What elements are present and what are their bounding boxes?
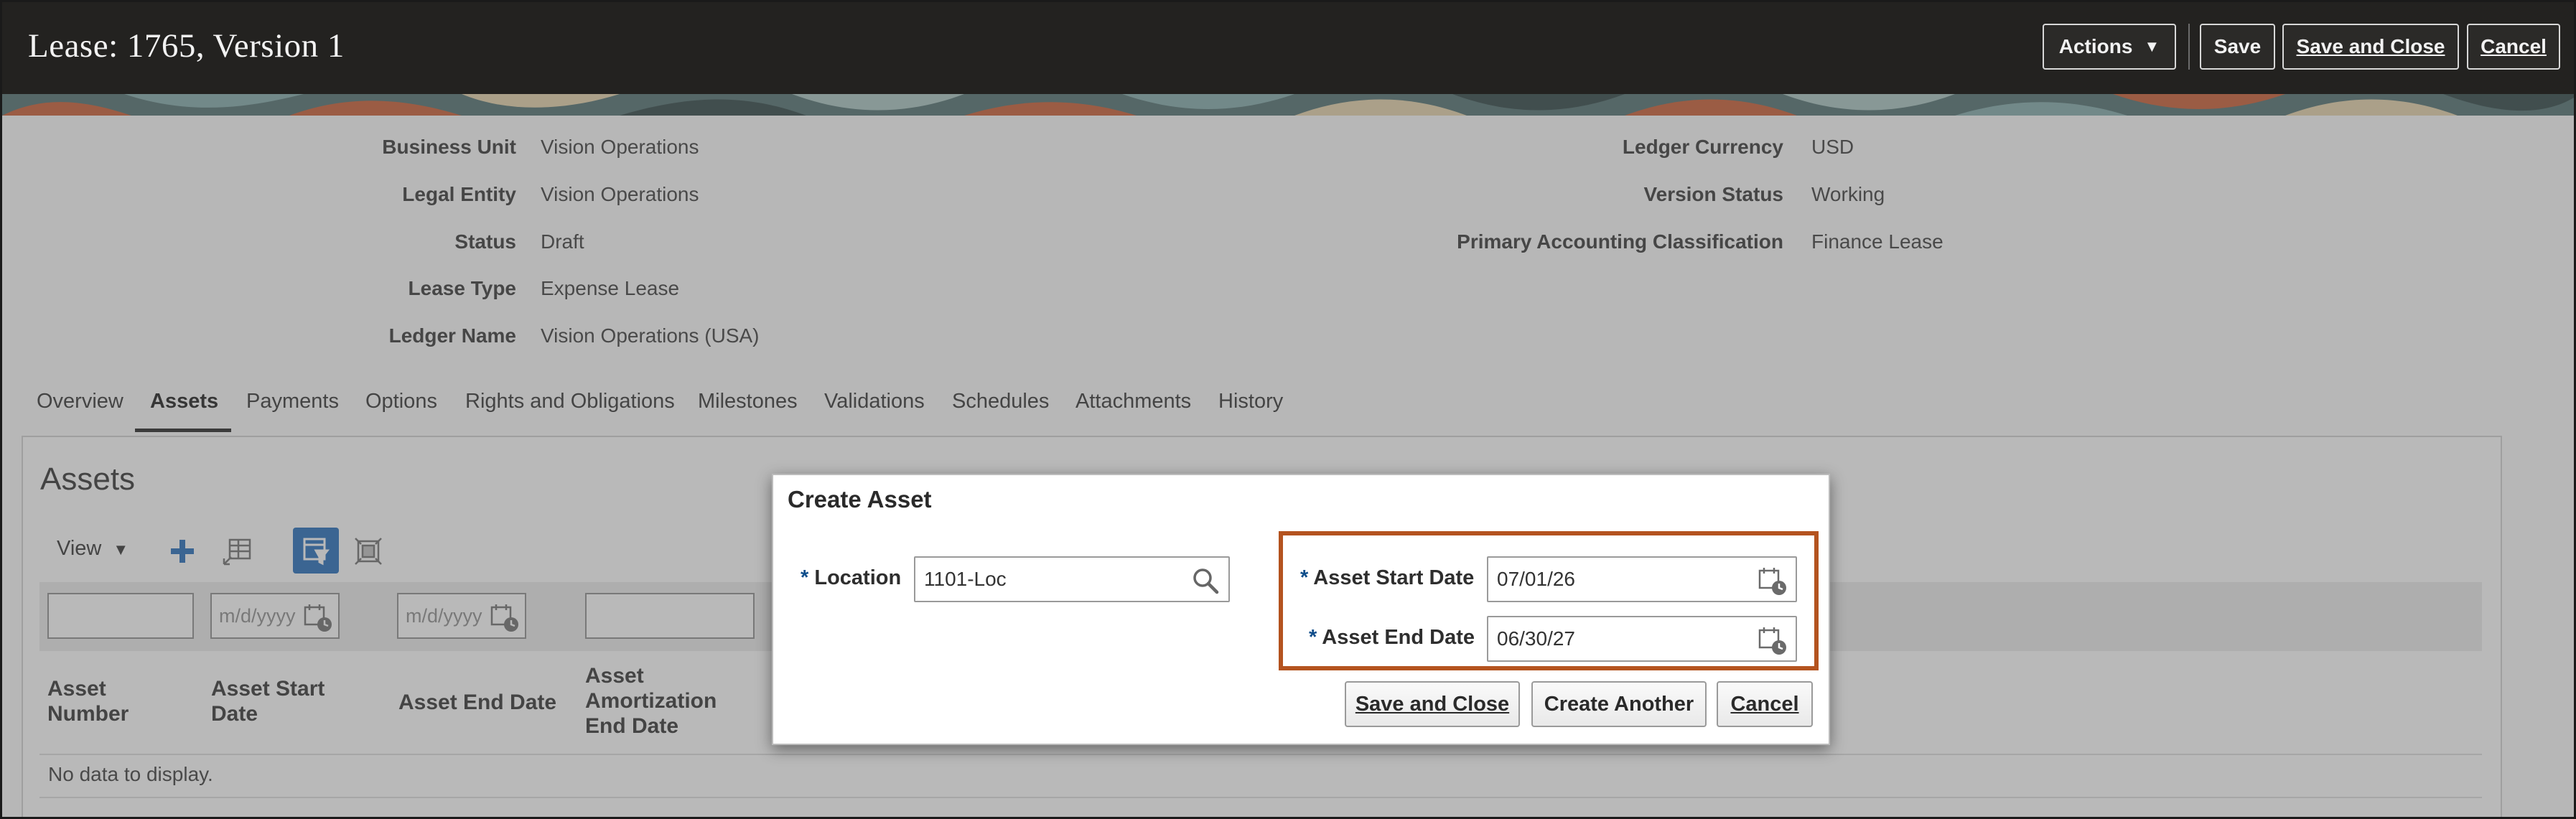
column-header-line: Amortization xyxy=(585,689,717,713)
status-label: Status xyxy=(454,230,516,253)
column-header-line: Number xyxy=(47,702,129,726)
view-menu-button[interactable]: View ▼ xyxy=(57,537,129,561)
column-header-line: End Date xyxy=(585,714,679,738)
version-status-label: Version Status xyxy=(1643,183,1783,205)
asset-start-date-filter[interactable]: m/d/yyyy xyxy=(210,593,340,639)
required-indicator: * xyxy=(1309,626,1317,649)
column-header-asset-amortization-end-date[interactable]: Asset Amortization End Date xyxy=(585,663,717,739)
assets-section-title: Assets xyxy=(40,462,136,497)
asset-end-date-input[interactable]: 06/30/27 xyxy=(1487,616,1797,662)
calendar-icon[interactable] xyxy=(1757,624,1788,656)
save-and-close-text: Save and Close xyxy=(2296,35,2445,57)
toolbar-separator xyxy=(2188,24,2190,70)
location-label: * Location xyxy=(801,566,901,590)
asset-start-date-label: * Asset Start Date xyxy=(1300,566,1474,590)
asset-end-date-filter[interactable]: m/d/yyyy xyxy=(397,593,526,639)
accounting-classification-value: Finance Lease xyxy=(1811,230,1943,253)
ledger-name-label: Ledger Name xyxy=(388,324,516,347)
tab-assets[interactable]: Assets xyxy=(150,390,218,413)
business-unit-value: Vision Operations xyxy=(541,136,699,158)
dialog-title: Create Asset xyxy=(788,486,932,513)
ledger-currency-label: Ledger Currency xyxy=(1622,136,1783,158)
tab-overview[interactable]: Overview xyxy=(37,390,123,413)
lease-type-value: Expense Lease xyxy=(541,277,680,299)
asset-end-date-label-text: Asset End Date xyxy=(1322,626,1475,649)
required-indicator: * xyxy=(801,566,809,589)
required-indicator: * xyxy=(1300,566,1309,589)
asset-end-date-label: * Asset End Date xyxy=(1309,626,1475,650)
asset-amortization-end-date-filter[interactable] xyxy=(585,593,755,639)
tab-payments[interactable]: Payments xyxy=(246,390,339,413)
business-unit-label: Business Unit xyxy=(382,136,516,158)
add-icon[interactable] xyxy=(166,535,199,568)
version-status-value: Working xyxy=(1811,183,1885,205)
legal-entity-label: Legal Entity xyxy=(402,183,516,205)
save-and-close-label: Save and Close xyxy=(2297,35,2445,58)
caret-down-icon: ▼ xyxy=(2144,37,2160,55)
column-header-asset-start-date[interactable]: Asset Start Date xyxy=(211,676,325,726)
ledger-name-value: Vision Operations (USA) xyxy=(541,324,760,347)
calendar-icon[interactable] xyxy=(1757,565,1788,596)
column-header-line: Asset xyxy=(47,677,106,701)
column-header-asset-number[interactable]: Asset Number xyxy=(47,676,129,726)
location-input[interactable]: 1101-Loc xyxy=(914,556,1230,602)
location-label-text: Location xyxy=(814,566,902,589)
actions-menu-button[interactable]: Actions ▼ xyxy=(2043,24,2176,70)
legal-entity-value: Vision Operations xyxy=(541,183,699,205)
freeze-icon[interactable] xyxy=(350,533,386,569)
create-asset-dialog: Create Asset * Location 1101-Loc * Asset… xyxy=(772,474,1830,745)
empty-table-message: No data to display. xyxy=(48,763,213,785)
caret-down-icon: ▼ xyxy=(113,540,129,558)
table-bottom-divider xyxy=(39,797,2482,798)
column-header-asset-end-date[interactable]: Asset End Date xyxy=(398,690,556,715)
accounting-classification-label: Primary Accounting Classification xyxy=(1457,230,1783,253)
dialog-cancel-label: Cancel xyxy=(1730,692,1799,716)
page-header: Lease: 1765, Version 1 Actions ▼ Save Sa… xyxy=(2,2,2574,94)
cancel-button[interactable]: Cancel xyxy=(2467,24,2560,70)
save-button[interactable]: Save xyxy=(2200,24,2275,70)
tab-history[interactable]: History xyxy=(1218,390,1283,413)
tab-validations[interactable]: Validations xyxy=(824,390,925,413)
table-header-divider xyxy=(39,754,2482,755)
tab-schedules[interactable]: Schedules xyxy=(952,390,1049,413)
status-value: Draft xyxy=(541,230,584,253)
save-and-close-button[interactable]: Save and Close xyxy=(2282,24,2459,70)
asset-start-date-input[interactable]: 07/01/26 xyxy=(1487,556,1797,602)
tab-attachments[interactable]: Attachments xyxy=(1075,390,1191,413)
column-header-line: Date xyxy=(211,702,258,726)
column-header-line: Asset Start xyxy=(211,677,325,701)
asset-end-date-value: 06/30/27 xyxy=(1497,627,1575,650)
calendar-icon[interactable] xyxy=(489,602,521,633)
calendar-icon[interactable] xyxy=(302,602,334,633)
asset-start-date-label-text: Asset Start Date xyxy=(1313,566,1475,589)
cancel-label: Cancel xyxy=(2481,35,2547,57)
date-placeholder: m/d/yyyy xyxy=(219,604,296,627)
location-value: 1101-Loc xyxy=(924,568,1007,590)
active-tab-indicator xyxy=(135,429,231,432)
lease-type-label: Lease Type xyxy=(408,277,516,299)
decorative-banner xyxy=(2,94,2574,116)
query-by-example-icon[interactable] xyxy=(293,528,339,574)
detach-table-icon[interactable] xyxy=(219,533,255,569)
ledger-currency-value: USD xyxy=(1811,136,1854,158)
actions-label: Actions xyxy=(2058,35,2133,57)
tab-milestones[interactable]: Milestones xyxy=(698,390,798,413)
search-icon[interactable] xyxy=(1190,565,1221,596)
dialog-cancel-button[interactable]: Cancel xyxy=(1717,681,1813,727)
dialog-save-and-close-button[interactable]: Save and Close xyxy=(1345,681,1520,727)
date-placeholder: m/d/yyyy xyxy=(406,604,482,627)
create-another-button[interactable]: Create Another xyxy=(1531,681,1707,727)
view-label: View xyxy=(57,537,102,560)
app-window: Lease: 1765, Version 1 Actions ▼ Save Sa… xyxy=(0,0,2576,819)
asset-start-date-value: 07/01/26 xyxy=(1497,568,1575,590)
tab-rights-and-obligations[interactable]: Rights and Obligations xyxy=(465,390,675,413)
page-title: Lease: 1765, Version 1 xyxy=(28,27,345,65)
asset-number-filter[interactable] xyxy=(47,593,194,639)
column-header-line: Asset xyxy=(585,664,644,688)
dialog-save-and-close-label: Save and Close xyxy=(1355,692,1510,716)
tab-options[interactable]: Options xyxy=(365,390,437,413)
